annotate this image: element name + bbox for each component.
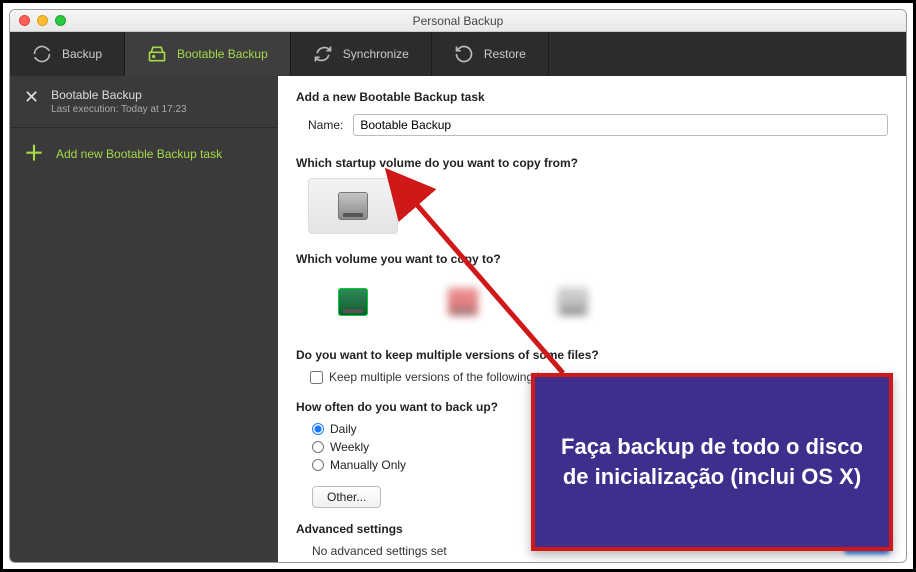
name-input[interactable]: [353, 114, 888, 136]
plus-icon: ＋: [24, 146, 44, 162]
dest-volume-2[interactable]: [418, 274, 508, 330]
tab-label: Bootable Backup: [177, 47, 268, 61]
window-title: Personal Backup: [10, 14, 906, 28]
titlebar: Personal Backup: [10, 10, 906, 32]
harddrive-icon: [448, 288, 478, 316]
tab-backup[interactable]: Backup: [10, 32, 125, 76]
question-dest-volume: Which volume you want to copy to?: [296, 252, 888, 266]
restore-icon: [454, 44, 474, 64]
sync-icon: [313, 44, 333, 64]
drive-icon: [147, 44, 167, 64]
tab-label: Synchronize: [343, 47, 409, 61]
tab-restore[interactable]: Restore: [432, 32, 549, 76]
tab-label: Backup: [62, 47, 102, 61]
sidebar-task[interactable]: ✕ Bootable Backup Last execution: Today …: [10, 76, 278, 128]
zoom-icon[interactable]: [55, 15, 66, 26]
close-icon[interactable]: ✕: [24, 88, 39, 106]
timemachine-icon: [338, 288, 368, 316]
close-icon[interactable]: [19, 15, 30, 26]
sidebar-last-exec: Last execution: Today at 17:23: [51, 104, 186, 115]
source-volume[interactable]: [308, 178, 398, 234]
dest-volume-1[interactable]: [308, 274, 398, 330]
schedule-other-button[interactable]: Other...: [312, 486, 381, 508]
radio-daily[interactable]: [312, 423, 324, 435]
dest-volume-3[interactable]: [528, 274, 618, 330]
annotation-callout: Faça backup de todo o disco de inicializ…: [531, 373, 893, 551]
question-source-volume: Which startup volume do you want to copy…: [296, 156, 888, 170]
harddrive-icon: [338, 192, 368, 220]
sidebar-add-task[interactable]: ＋ Add new Bootable Backup task: [10, 128, 278, 180]
content-header: Add a new Bootable Backup task: [296, 90, 888, 104]
harddrive-icon: [558, 288, 588, 316]
radio-weekly[interactable]: [312, 441, 324, 453]
name-label: Name:: [308, 118, 343, 132]
sidebar: ✕ Bootable Backup Last execution: Today …: [10, 76, 278, 562]
versions-checkbox[interactable]: [310, 371, 323, 384]
sidebar-task-name: Bootable Backup: [51, 88, 186, 102]
top-tabs: Backup Bootable Backup Synchronize Resto…: [10, 32, 906, 76]
tab-synchronize[interactable]: Synchronize: [291, 32, 432, 76]
question-versions: Do you want to keep multiple versions of…: [296, 348, 888, 362]
callout-text: Faça backup de todo o disco de inicializ…: [553, 432, 871, 491]
refresh-icon: [32, 44, 52, 64]
tab-bootable-backup[interactable]: Bootable Backup: [125, 32, 291, 76]
radio-manual[interactable]: [312, 459, 324, 471]
sidebar-add-label: Add new Bootable Backup task: [56, 147, 222, 161]
minimize-icon[interactable]: [37, 15, 48, 26]
tab-label: Restore: [484, 47, 526, 61]
